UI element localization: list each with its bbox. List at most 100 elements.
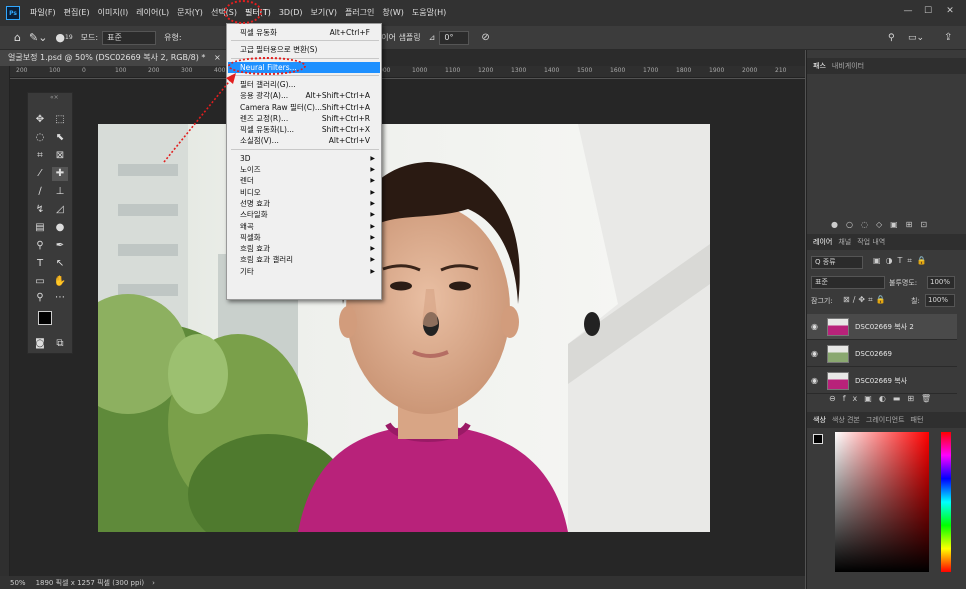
tab-layers[interactable]: 레이어 <box>813 237 832 247</box>
tab-paths[interactable]: 패스 <box>813 61 826 71</box>
foreground-color-swatch[interactable] <box>38 311 52 325</box>
menu-separator <box>231 148 379 150</box>
visibility-eye-icon[interactable]: ◉ <box>811 322 821 331</box>
filter-menu-item[interactable]: 렌즈 교정(R)... Shift+Ctrl+R <box>228 113 380 124</box>
opacity-input[interactable]: 100% <box>927 276 955 289</box>
tab-gradients[interactable]: 그레이디언트 <box>866 415 905 425</box>
filter-menu-item[interactable]: 스타일화 ▶ <box>228 209 380 220</box>
layers-footer-icons[interactable]: ⊖fx▣◐▬⊞🗑 <box>829 394 938 403</box>
layer-row[interactable]: ◉ DSC02669 <box>807 341 957 367</box>
filter-menu-item[interactable]: 기타 ▶ <box>228 266 380 277</box>
filter-menu-item[interactable]: 픽셀 유동화 Alt+Ctrl+F <box>228 27 380 38</box>
menu-11[interactable]: 도움말(H) <box>408 0 450 26</box>
rectangle-tool-icon[interactable]: ▭ <box>32 275 48 289</box>
color-picker-field[interactable] <box>835 432 929 572</box>
filter-menu-item[interactable]: 흐림 효과 갤러리 ▶ <box>228 254 380 265</box>
zoom-tool-icon[interactable]: ⚲ <box>32 291 48 305</box>
lock-icons[interactable]: ⊠∕✥⌗🔒 <box>843 295 889 305</box>
screen-mode-icon[interactable]: ⧉ <box>52 337 68 351</box>
filter-menu-item[interactable]: Camera Raw 필터(C)... Shift+Ctrl+A <box>228 102 380 113</box>
move-tool-icon[interactable]: ✥ <box>32 113 48 127</box>
layer-filter-icons[interactable]: ▣◑T⌗🔒 <box>873 256 932 266</box>
filter-menu-item[interactable]: 노이즈 ▶ <box>228 164 380 175</box>
layer-row[interactable]: ◉ DSC02669 복사 2 <box>807 314 957 340</box>
minimize-button[interactable]: — <box>898 6 918 20</box>
menu-2[interactable]: 이미지(I) <box>94 0 133 26</box>
home-icon[interactable]: ⌂ <box>14 31 21 44</box>
filter-menu-item-label: 픽셀화 <box>240 232 261 242</box>
blur-tool-icon[interactable]: ● <box>52 221 68 235</box>
stamp-tool-icon[interactable]: ⊥ <box>52 185 68 199</box>
filter-menu-item[interactable]: 픽셀화 ▶ <box>228 232 380 243</box>
brush-preset-icon[interactable]: ● <box>55 31 65 44</box>
dodge-tool-icon[interactable]: ⚲ <box>32 239 48 253</box>
search-icon[interactable]: ⚲ <box>888 33 895 43</box>
brush-tool-icon[interactable]: ∕ <box>32 185 48 199</box>
pen-tool-icon[interactable]: ✒ <box>52 239 68 253</box>
tab-color[interactable]: 색상 <box>813 415 826 425</box>
status-arrow-icon[interactable]: › <box>152 579 155 587</box>
filter-menu-item-shortcut: Shift+Ctrl+R <box>321 113 370 123</box>
tab-patterns[interactable]: 패턴 <box>911 415 924 425</box>
zoom-level[interactable]: 50% <box>10 579 26 587</box>
submenu-arrow-icon: ▶ <box>370 233 375 241</box>
blend-mode-select[interactable]: 표준 <box>811 276 885 289</box>
share-icon[interactable]: ⇪ <box>944 32 952 43</box>
tab-channels[interactable]: 채널 <box>838 237 851 247</box>
menu-0[interactable]: 파일(F) <box>26 0 60 26</box>
visibility-eye-icon[interactable]: ◉ <box>811 376 821 385</box>
close-tab-icon[interactable]: × <box>214 53 221 62</box>
hand-tool-icon[interactable]: ✋ <box>52 275 68 289</box>
filter-menu-item[interactable]: 렌더 ▶ <box>228 175 380 186</box>
menu-3[interactable]: 레이어(L) <box>132 0 173 26</box>
layer-kind-filter[interactable]: Q 종류 <box>811 256 863 269</box>
path-select-tool-icon[interactable]: ↖ <box>52 257 68 271</box>
filter-menu-item[interactable]: 필터 갤러리(G)... <box>228 79 380 90</box>
quick-mask-icon[interactable]: ◙ <box>32 337 48 351</box>
filter-menu-item[interactable]: 소실점(V)... Alt+Ctrl+V <box>228 135 380 146</box>
filter-menu-item[interactable]: 고급 필터용으로 변환(S) <box>228 44 380 55</box>
filter-menu-item[interactable]: 흐림 효과 ▶ <box>228 243 380 254</box>
tab-navigator[interactable]: 내비게이터 <box>832 61 864 71</box>
filter-menu-item[interactable]: 선명 효과 ▶ <box>228 198 380 209</box>
fill-input[interactable]: 100% <box>925 294 955 307</box>
submenu-arrow-icon: ▶ <box>370 222 375 230</box>
crop-tool-icon[interactable]: ⌗ <box>32 149 48 163</box>
eyedropper-tool-icon[interactable]: ⁄ <box>32 167 48 181</box>
brush-tool-icon[interactable]: ✎⌄ <box>29 31 47 44</box>
marquee-tool-icon[interactable]: ⬚ <box>52 113 68 127</box>
more-tools-icon[interactable]: ⋯ <box>52 291 68 305</box>
workspace-icon[interactable]: ▭⌄ <box>908 33 924 43</box>
maximize-button[interactable]: ☐ <box>918 6 938 20</box>
eraser-tool-icon[interactable]: ◿ <box>52 203 68 217</box>
mode-select[interactable]: 표준 <box>102 30 157 45</box>
color-fg-swatch[interactable] <box>813 434 823 444</box>
close-button[interactable]: ✕ <box>940 6 960 20</box>
visibility-eye-icon[interactable]: ◉ <box>811 349 821 358</box>
type-tool-icon[interactable]: T <box>32 257 48 271</box>
document-tab[interactable]: 얼굴보정 1.psd @ 50% (DSC02669 복사 2, RGB/8) … <box>0 50 229 66</box>
pressure-icon[interactable]: ⊘ <box>481 32 489 43</box>
angle-input[interactable]: 0° <box>439 30 470 45</box>
quick-select-tool-icon[interactable]: ⬉ <box>52 131 68 145</box>
filter-menu-item[interactable]: 픽셀 유동화(L)... Shift+Ctrl+X <box>228 124 380 135</box>
layer-row[interactable]: ◉ DSC02669 복사 <box>807 368 957 394</box>
filter-menu-item[interactable]: 비디오 ▶ <box>228 187 380 198</box>
frame-tool-icon[interactable]: ⊠ <box>52 149 68 163</box>
document-image[interactable] <box>98 124 710 532</box>
tab-swatches[interactable]: 색상 견본 <box>832 415 860 425</box>
paths-panel-footer-icons[interactable]: ●○◌◇▣⊞⊡ <box>831 220 935 229</box>
menu-4[interactable]: 문자(Y) <box>173 0 207 26</box>
history-brush-tool-icon[interactable]: ↯ <box>32 203 48 217</box>
menu-1[interactable]: 편집(E) <box>60 0 94 26</box>
filter-menu-item[interactable]: 3D ▶ <box>228 153 380 164</box>
tab-history[interactable]: 작업 내역 <box>857 237 885 247</box>
lasso-tool-icon[interactable]: ◌ <box>32 131 48 145</box>
filter-menu-item[interactable]: 왜곡 ▶ <box>228 221 380 232</box>
toolbox-collapse-icon[interactable]: «× <box>50 94 59 101</box>
filter-menu-item[interactable]: 응용 광각(A)... Alt+Shift+Ctrl+A <box>228 90 380 101</box>
menu-10[interactable]: 창(W) <box>378 0 408 26</box>
hue-slider[interactable] <box>941 432 951 572</box>
healing-brush-tool-icon[interactable]: ✚ <box>52 167 68 181</box>
gradient-tool-icon[interactable]: ▤ <box>32 221 48 235</box>
